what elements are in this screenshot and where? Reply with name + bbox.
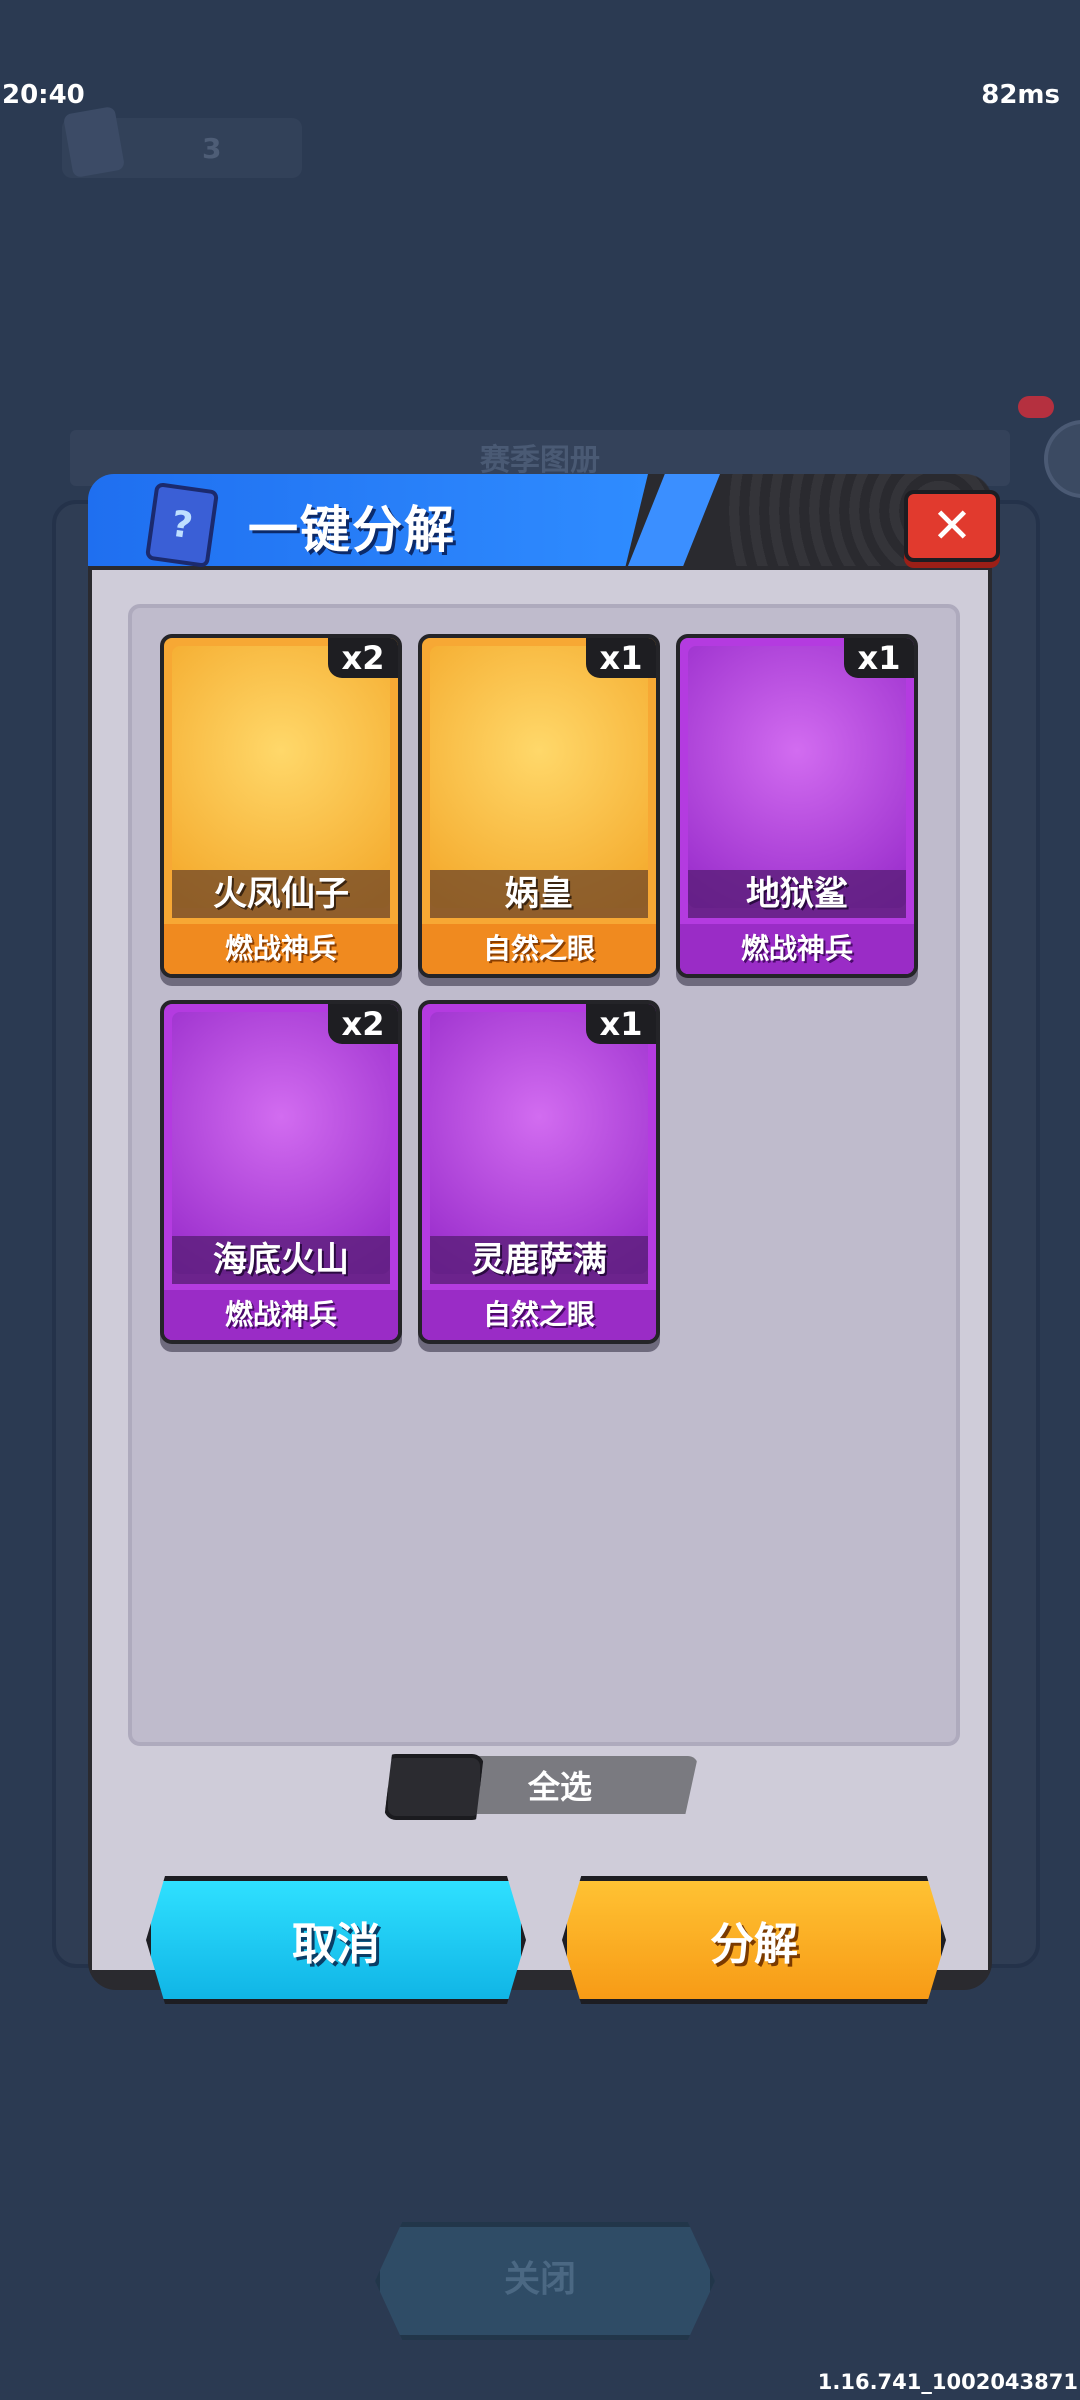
card-name: 地狱鲨 — [688, 870, 906, 918]
card-item[interactable]: x2 火凤仙子 燃战神兵 — [160, 634, 402, 978]
card-name: 娲皇 — [430, 870, 648, 918]
card-faction: 燃战神兵 — [164, 1290, 398, 1340]
card-faction: 燃战神兵 — [680, 924, 914, 974]
card-faction: 自然之眼 — [422, 1290, 656, 1340]
background-notification-dot — [1018, 396, 1054, 418]
background-card-counter: 3 — [62, 105, 302, 179]
decompose-dialog: ? 一键分解 ✕ x2 火凤仙子 燃战神兵 x1 娲皇 自然之眼 x1 地狱鲨 … — [88, 474, 1000, 2004]
card-item[interactable]: x2 海底火山 燃战神兵 — [160, 1000, 402, 1344]
card-name: 海底火山 — [172, 1236, 390, 1284]
version-label: 1.16.741_1002043871 — [817, 2370, 1078, 2394]
card-art — [172, 646, 390, 908]
card-count: x1 — [586, 1004, 656, 1044]
card-name: 灵鹿萨满 — [430, 1236, 648, 1284]
select-all-checkbox[interactable] — [384, 1754, 484, 1820]
card-art — [688, 646, 906, 908]
card-art — [172, 1012, 390, 1274]
card-art — [430, 1012, 648, 1274]
card-count: x2 — [328, 638, 398, 678]
card-question-icon: ? — [144, 481, 220, 569]
card-name: 火凤仙子 — [172, 870, 390, 918]
dialog-title: 一键分解 — [248, 501, 456, 559]
background-album-title: 赛季图册 — [480, 443, 600, 478]
close-button[interactable]: ✕ — [904, 490, 1000, 562]
card-item[interactable]: x1 娲皇 自然之眼 — [418, 634, 660, 978]
card-grid: x2 火凤仙子 燃战神兵 x1 娲皇 自然之眼 x1 地狱鲨 燃战神兵 x2 海… — [128, 604, 960, 1746]
background-counter-value: 3 — [202, 132, 222, 165]
decompose-button[interactable]: 分解 — [562, 1876, 946, 2004]
card-item[interactable]: x1 灵鹿萨满 自然之眼 — [418, 1000, 660, 1344]
status-ping: 82ms — [981, 80, 1060, 110]
card-art — [430, 646, 648, 908]
status-time: 20:40 — [2, 80, 85, 110]
card-count: x1 — [844, 638, 914, 678]
select-all-label: 全选 — [528, 1768, 593, 1806]
card-count: x1 — [586, 638, 656, 678]
background-card-icon — [62, 105, 126, 179]
card-faction: 自然之眼 — [422, 924, 656, 974]
background-side-button — [1044, 420, 1080, 498]
background-close-label: 关闭 — [503, 2259, 576, 2300]
card-faction: 燃战神兵 — [164, 924, 398, 974]
card-item[interactable]: x1 地狱鲨 燃战神兵 — [676, 634, 918, 978]
cancel-button[interactable]: 取消 — [146, 1876, 526, 2004]
card-count: x2 — [328, 1004, 398, 1044]
